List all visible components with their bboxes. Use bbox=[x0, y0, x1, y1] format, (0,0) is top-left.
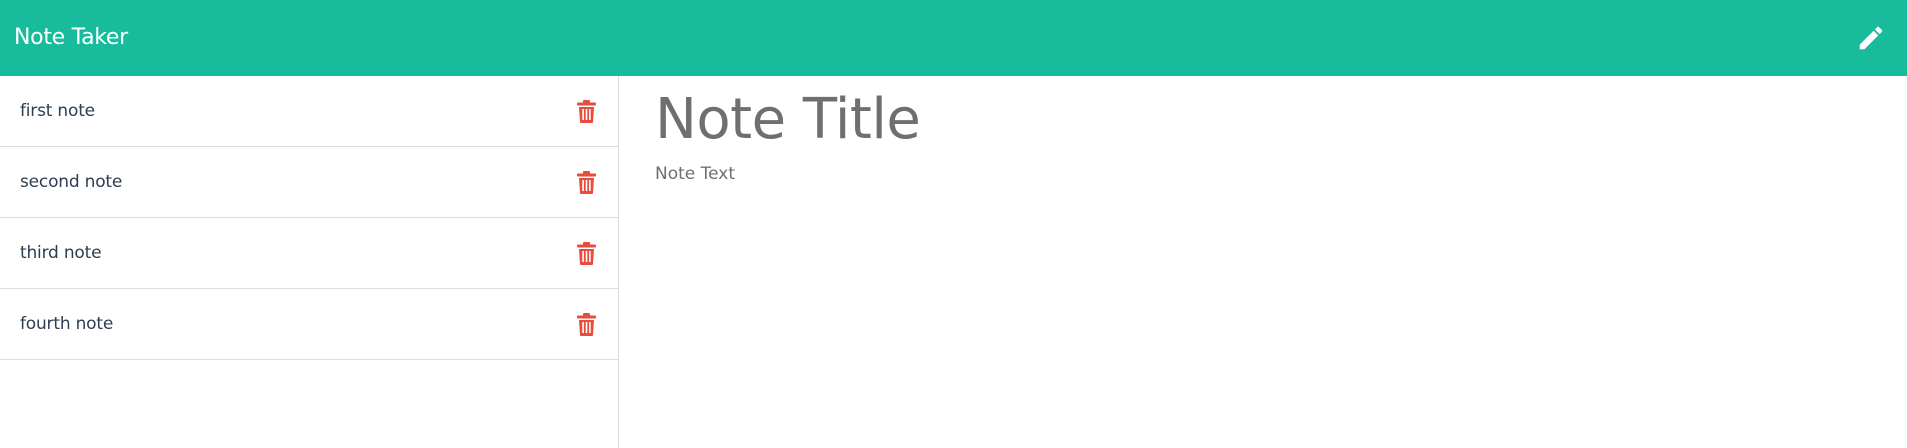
delete-note-button[interactable] bbox=[575, 169, 597, 195]
delete-note-button[interactable] bbox=[575, 240, 597, 266]
new-note-button[interactable] bbox=[1851, 18, 1891, 58]
note-label: third note bbox=[20, 243, 102, 263]
note-list: first note second note third note fourth… bbox=[0, 76, 618, 360]
list-item[interactable]: fourth note bbox=[0, 289, 618, 360]
note-label: fourth note bbox=[20, 314, 114, 334]
note-editor bbox=[619, 76, 1907, 448]
list-item[interactable]: second note bbox=[0, 147, 618, 218]
pencil-icon bbox=[1859, 26, 1883, 50]
main-layout: first note second note third note fourth… bbox=[0, 76, 1907, 448]
delete-note-button[interactable] bbox=[575, 311, 597, 337]
note-list-panel: first note second note third note fourth… bbox=[0, 76, 619, 448]
delete-note-button[interactable] bbox=[575, 98, 597, 124]
app-brand[interactable]: Note Taker bbox=[14, 27, 128, 49]
trash-icon bbox=[576, 99, 596, 123]
list-item[interactable]: first note bbox=[0, 76, 618, 147]
trash-icon bbox=[576, 241, 596, 265]
list-item[interactable]: third note bbox=[0, 218, 618, 289]
trash-icon bbox=[576, 312, 596, 336]
navbar: Note Taker bbox=[0, 0, 1907, 76]
note-label: second note bbox=[20, 172, 123, 192]
trash-icon bbox=[576, 170, 596, 194]
note-title-input[interactable] bbox=[655, 88, 1655, 152]
note-text-input[interactable] bbox=[655, 164, 1855, 364]
note-label: first note bbox=[20, 101, 95, 121]
